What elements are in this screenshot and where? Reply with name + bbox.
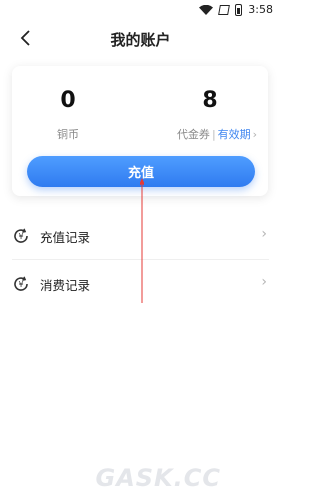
list-item-label: 充值记录: [40, 230, 91, 245]
chevron-right-icon: ›: [252, 127, 258, 141]
status-time: 3:58: [248, 3, 273, 16]
validity-link[interactable]: 有效期: [218, 126, 251, 142]
voucher-info: 代金券 | 有效期 ›: [167, 126, 267, 142]
page-title: 我的账户: [110, 31, 171, 49]
coin-refresh-icon: ¥: [14, 276, 28, 291]
voucher-value: 8: [202, 88, 218, 113]
svg-text:¥: ¥: [18, 232, 23, 241]
status-icons: 3:58: [199, 3, 273, 16]
svg-text:¥: ¥: [18, 280, 23, 289]
list-item-label: 消费记录: [40, 278, 91, 293]
coins-label: 铜币: [57, 128, 79, 141]
no-sim-icon: [218, 4, 231, 15]
header: 我的账户: [0, 22, 281, 56]
battery-icon: [235, 3, 243, 16]
coin-refresh-icon: ¥: [14, 228, 28, 243]
account-card: 0 铜币 8 代金券 | 有效期 › 充值: [12, 66, 268, 196]
chevron-right-icon: ›: [261, 274, 267, 290]
annotation-arrow: [140, 178, 144, 303]
watermark: GASK.CC: [95, 464, 221, 492]
status-bar: 3:58: [0, 0, 281, 20]
chevron-right-icon: ›: [261, 226, 267, 242]
separator: |: [211, 127, 216, 141]
coins-value: 0: [60, 88, 76, 113]
voucher-label: 代金券: [176, 128, 210, 141]
wifi-icon: [199, 4, 214, 15]
